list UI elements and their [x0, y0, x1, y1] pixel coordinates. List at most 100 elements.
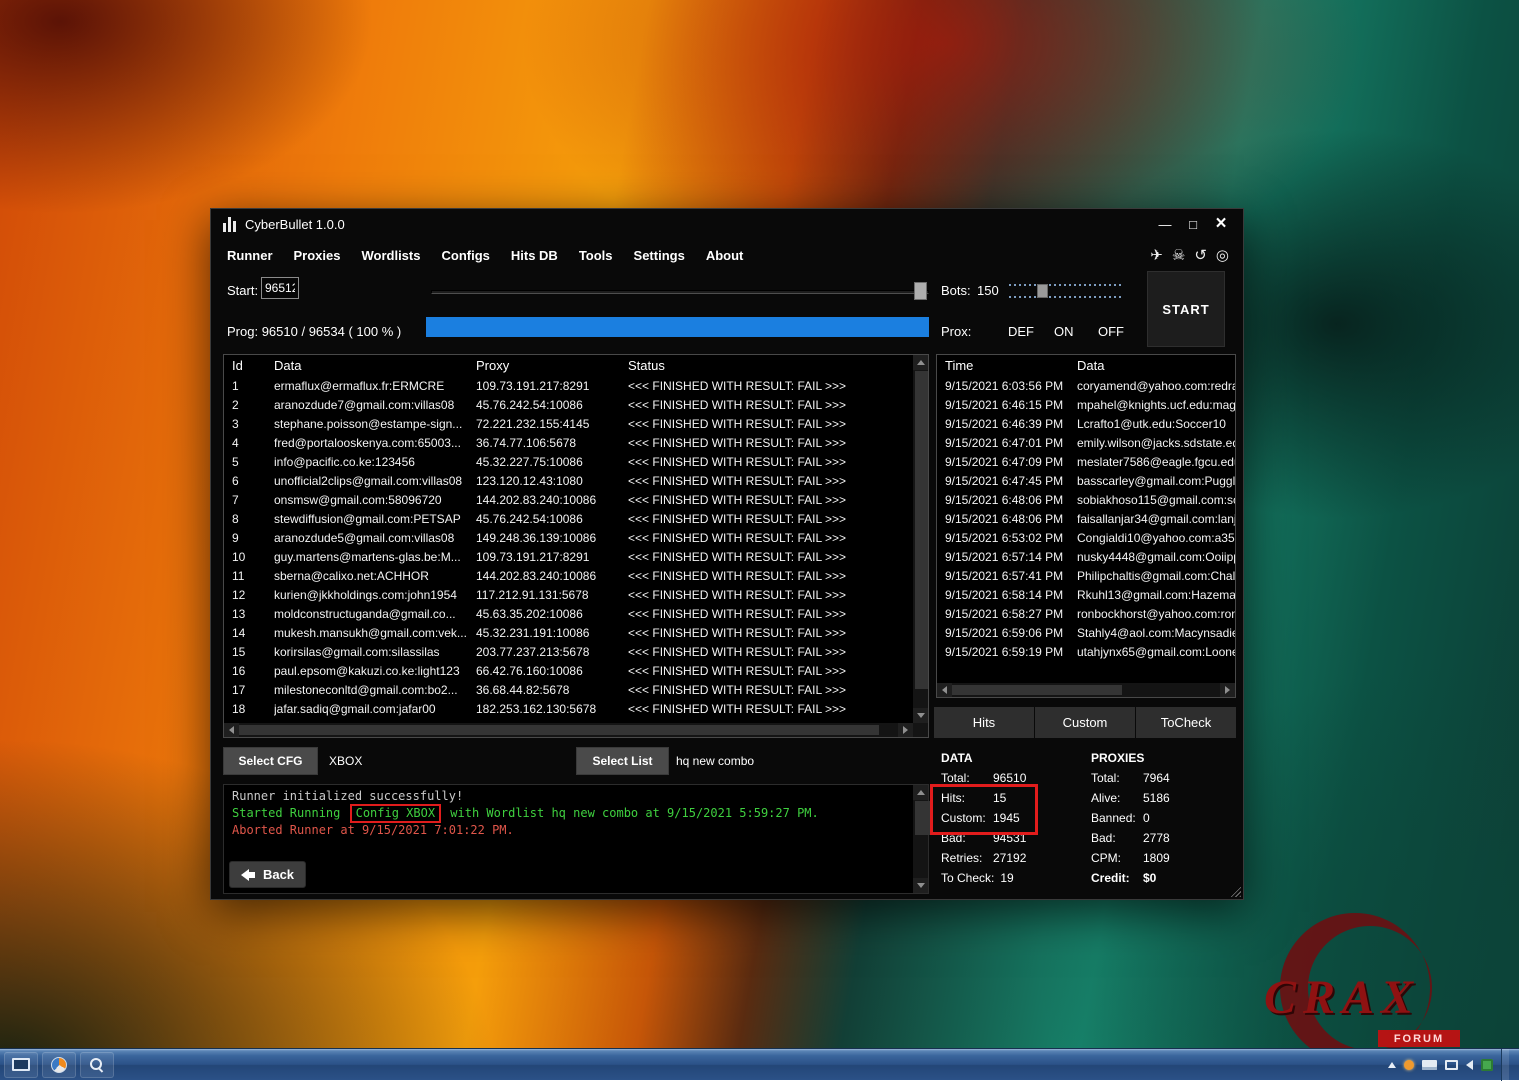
maximize-button[interactable]: □ — [1179, 213, 1207, 235]
titlebar[interactable]: CyberBullet 1.0.0 — □ × — [211, 209, 1243, 239]
scroll-left-button[interactable] — [224, 723, 239, 737]
hits-row[interactable]: 9/15/2021 6:47:01 PM emily.wilson@jacks.… — [937, 433, 1235, 452]
tray-safely-remove-icon[interactable] — [1481, 1059, 1493, 1071]
bots-slider-handle[interactable] — [1037, 284, 1048, 298]
hits-row[interactable]: 9/15/2021 6:59:06 PM Stahly4@aol.com:Mac… — [937, 623, 1235, 642]
table-row[interactable]: 9 aranozdude5@gmail.com:villas08 149.248… — [224, 528, 913, 547]
scroll-thumb[interactable] — [239, 725, 879, 735]
cell-proxy: 109.73.191.217:8291 — [476, 379, 628, 393]
table-row[interactable]: 12 kurien@jkkholdings.com:john1954 117.2… — [224, 585, 913, 604]
show-desktop-button[interactable] — [1501, 1049, 1509, 1081]
log-scrollbar[interactable] — [913, 785, 928, 893]
hits-horizontal-scrollbar[interactable] — [937, 683, 1235, 697]
menu-about[interactable]: About — [706, 248, 744, 263]
hits-row[interactable]: 9/15/2021 6:58:14 PM Rkuhl13@gmail.com:H… — [937, 585, 1235, 604]
main-slider-handle[interactable] — [914, 282, 927, 300]
hits-row[interactable]: 9/15/2021 6:59:19 PM utahjynx65@gmail.co… — [937, 642, 1235, 661]
history-icon[interactable]: ↺ — [1194, 246, 1207, 264]
table-row[interactable]: 5 info@pacific.co.ke:123456 45.32.227.75… — [224, 452, 913, 471]
table-row[interactable]: 1 ermaflux@ermaflux.fr:ERMCRE 109.73.191… — [224, 376, 913, 395]
stat-value: 2778 — [1143, 831, 1170, 845]
cell-proxy: 72.221.232.155:4145 — [476, 417, 628, 431]
select-list-button[interactable]: Select List — [576, 747, 669, 775]
prox-option-off[interactable]: OFF — [1098, 324, 1124, 339]
scroll-left-button[interactable] — [937, 683, 952, 697]
menu-runner[interactable]: Runner — [227, 248, 273, 263]
table-row[interactable]: 4 fred@portalooskenya.com:65003... 36.74… — [224, 433, 913, 452]
taskbar-window-icon[interactable] — [4, 1052, 38, 1078]
table-row[interactable]: 2 aranozdude7@gmail.com:villas08 45.76.2… — [224, 395, 913, 414]
target-icon[interactable]: ◎ — [1216, 246, 1229, 264]
hits-row[interactable]: 9/15/2021 6:53:02 PM Congialdi10@yahoo.c… — [937, 528, 1235, 547]
menu-configs[interactable]: Configs — [441, 248, 489, 263]
log-line-1: Runner initialized successfully! — [232, 789, 920, 804]
hits-row[interactable]: 9/15/2021 6:58:27 PM ronbockhorst@yahoo.… — [937, 604, 1235, 623]
results-vertical-scrollbar[interactable] — [913, 355, 928, 723]
tray-network-icon[interactable] — [1445, 1060, 1458, 1070]
hits-row[interactable]: 9/15/2021 6:47:09 PM meslater7586@eagle.… — [937, 452, 1235, 471]
menu-hits-db[interactable]: Hits DB — [511, 248, 558, 263]
table-row[interactable]: 10 guy.martens@martens-glas.be:M... 109.… — [224, 547, 913, 566]
table-row[interactable]: 6 unofficial2clips@gmail.com:villas08 12… — [224, 471, 913, 490]
skull-icon[interactable]: ☠ — [1172, 246, 1185, 264]
minimize-button[interactable]: — — [1151, 213, 1179, 235]
table-row[interactable]: 16 paul.epsom@kakuzi.co.ke:light123 66.4… — [224, 661, 913, 680]
table-row[interactable]: 8 stewdiffusion@gmail.com:PETSAP 45.76.2… — [224, 509, 913, 528]
cell-data: info@pacific.co.ke:123456 — [274, 455, 476, 469]
bots-slider[interactable] — [1009, 283, 1123, 299]
tray-notification-icon[interactable] — [1404, 1060, 1414, 1070]
select-cfg-button[interactable]: Select CFG — [223, 747, 318, 775]
back-button[interactable]: Back — [229, 861, 306, 888]
scroll-right-button[interactable] — [1220, 683, 1235, 697]
scroll-up-button[interactable] — [913, 355, 928, 370]
scroll-thumb[interactable] — [915, 371, 929, 689]
scroll-thumb[interactable] — [915, 801, 930, 835]
table-row[interactable]: 15 korirsilas@gmail.com:silassilas 203.7… — [224, 642, 913, 661]
tab-custom[interactable]: Custom — [1035, 707, 1135, 738]
hits-row[interactable]: 9/15/2021 6:57:41 PM Philipchaltis@gmail… — [937, 566, 1235, 585]
tab-tocheck[interactable]: ToCheck — [1136, 707, 1236, 738]
stat-label: Hits: — [941, 791, 993, 805]
scroll-up-button[interactable] — [913, 785, 928, 800]
tray-speaker-icon[interactable] — [1466, 1060, 1473, 1070]
menu-tools[interactable]: Tools — [579, 248, 613, 263]
stat-row: Banned: 0 — [1091, 808, 1236, 828]
taskbar-search-icon[interactable] — [80, 1052, 114, 1078]
hits-row[interactable]: 9/15/2021 6:57:14 PM nusky4448@gmail.com… — [937, 547, 1235, 566]
scroll-right-button[interactable] — [898, 723, 913, 737]
hits-row[interactable]: 9/15/2021 6:46:15 PM mpahel@knights.ucf.… — [937, 395, 1235, 414]
taskbar-media-icon[interactable] — [42, 1052, 76, 1078]
prox-option-def[interactable]: DEF — [1008, 324, 1034, 339]
start-button[interactable]: START — [1147, 271, 1225, 347]
hits-row[interactable]: 9/15/2021 6:48:06 PM sobiakhoso115@gmail… — [937, 490, 1235, 509]
table-row[interactable]: 3 stephane.poisson@estampe-sign... 72.22… — [224, 414, 913, 433]
table-row[interactable]: 11 sberna@calixo.net:ACHHOR 144.202.83.2… — [224, 566, 913, 585]
menu-settings[interactable]: Settings — [634, 248, 685, 263]
scroll-down-button[interactable] — [913, 708, 928, 723]
tab-hits[interactable]: Hits — [934, 707, 1034, 738]
cell-status: <<< FINISHED WITH RESULT: FAIL >>> — [628, 569, 913, 583]
tray-chevron-icon[interactable] — [1388, 1062, 1396, 1068]
hits-row[interactable]: 9/15/2021 6:46:39 PM Lcrafto1@utk.edu:So… — [937, 414, 1235, 433]
prox-option-on[interactable]: ON — [1054, 324, 1074, 339]
table-row[interactable]: 14 mukesh.mansukh@gmail.com:vek... 45.32… — [224, 623, 913, 642]
main-slider[interactable] — [431, 287, 929, 297]
hits-row[interactable]: 9/15/2021 6:48:06 PM faisallanjar34@gmai… — [937, 509, 1235, 528]
table-row[interactable]: 13 moldconstructuganda@gmail.co... 45.63… — [224, 604, 913, 623]
scroll-down-button[interactable] — [913, 878, 928, 893]
table-row[interactable]: 17 milestoneconltd@gmail.com:bo2... 36.6… — [224, 680, 913, 699]
telegram-icon[interactable]: ✈ — [1150, 246, 1163, 264]
tray-keyboard-icon[interactable] — [1422, 1060, 1437, 1070]
menu-wordlists[interactable]: Wordlists — [361, 248, 420, 263]
table-row[interactable]: 7 onsmsw@gmail.com:58096720 144.202.83.2… — [224, 490, 913, 509]
close-button[interactable]: × — [1207, 213, 1235, 235]
main-slider-track[interactable] — [431, 290, 929, 294]
cell-id: 17 — [232, 683, 274, 697]
menu-proxies[interactable]: Proxies — [294, 248, 341, 263]
start-input[interactable] — [261, 277, 299, 299]
scroll-thumb[interactable] — [952, 685, 1122, 695]
hits-row[interactable]: 9/15/2021 6:47:45 PM basscarley@gmail.co… — [937, 471, 1235, 490]
hits-row[interactable]: 9/15/2021 6:03:56 PM coryamend@yahoo.com… — [937, 376, 1235, 395]
table-row[interactable]: 18 jafar.sadiq@gmail.com:jafar00 182.253… — [224, 699, 913, 718]
results-horizontal-scrollbar[interactable] — [224, 723, 913, 737]
